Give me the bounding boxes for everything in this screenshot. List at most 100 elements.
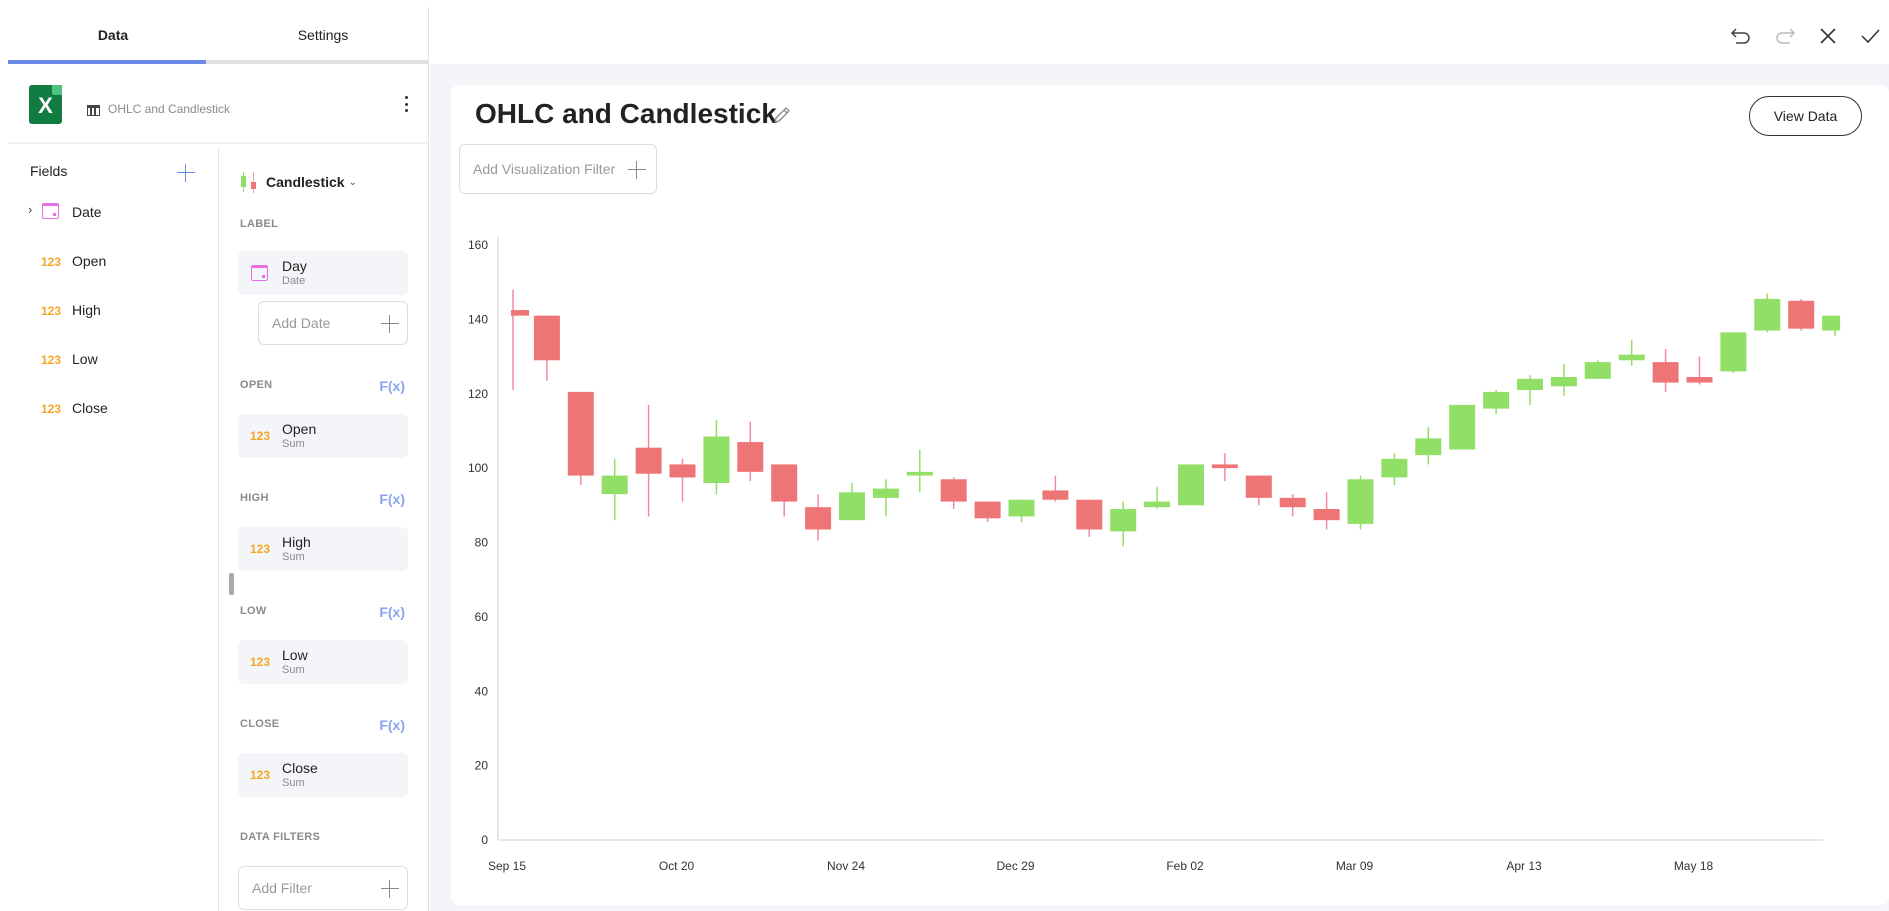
candle-body xyxy=(703,436,730,483)
number-icon: 123 xyxy=(41,255,62,269)
candlestick-chart: 0 20 40 60 80 100 120 140 160 Sep 15 Oct 20 Nov 24… xyxy=(468,237,1841,873)
candle xyxy=(872,479,899,517)
y-tick-label: 20 xyxy=(475,759,489,773)
visualization-type-label: Candlestick xyxy=(266,174,345,190)
low-field-pill[interactable]: 123 Low Sum xyxy=(238,640,408,684)
candle xyxy=(1754,293,1781,333)
close-icon[interactable] xyxy=(1816,24,1840,48)
redo-icon[interactable] xyxy=(1773,24,1797,48)
tab-settings[interactable]: Settings xyxy=(218,7,428,60)
label-field-pill[interactable]: Day Date xyxy=(238,251,408,295)
candle xyxy=(669,458,696,502)
candle-body xyxy=(1279,497,1306,508)
candle xyxy=(940,477,967,510)
candle xyxy=(1788,298,1815,331)
visualization-config: Candlestick ⌄ LABEL Day Date Add Date OP… xyxy=(220,148,429,911)
candle-body xyxy=(940,479,967,502)
data-filters-section-title: DATA FILTERS xyxy=(240,831,321,843)
plus-icon xyxy=(381,880,399,898)
candle-body xyxy=(1754,298,1781,331)
field-item-open[interactable]: 123 Open xyxy=(8,239,218,288)
field-label: Date xyxy=(72,204,102,220)
pill-subtitle: Sum xyxy=(282,551,305,563)
number-icon: 123 xyxy=(41,304,62,318)
plus-icon xyxy=(628,161,646,179)
edit-title-pencil-icon[interactable] xyxy=(772,105,792,125)
data-panel: Data Settings X OHLC and Candlestick Fie… xyxy=(8,7,429,911)
close-field-pill[interactable]: 123 Close Sum xyxy=(238,753,408,797)
candle xyxy=(1449,404,1476,450)
pill-subtitle: Sum xyxy=(282,438,305,450)
x-tick-label: May 18 xyxy=(1674,859,1714,873)
pill-subtitle: Sum xyxy=(282,664,305,676)
y-tick-label: 0 xyxy=(481,833,488,847)
candle xyxy=(1415,427,1442,465)
number-icon: 123 xyxy=(41,402,62,416)
candle-body xyxy=(974,501,1001,519)
more-options-icon[interactable] xyxy=(398,94,414,114)
field-item-high[interactable]: 123 High xyxy=(8,288,218,337)
candle-body xyxy=(635,447,662,474)
y-axis: 0 20 40 60 80 100 120 140 160 xyxy=(468,237,499,847)
candlestick-icon xyxy=(238,171,260,193)
close-formula-button[interactable]: F(x) xyxy=(379,717,405,733)
candle xyxy=(805,494,832,541)
add-field-plus-icon[interactable] xyxy=(177,164,195,182)
candle xyxy=(1245,475,1272,506)
high-formula-button[interactable]: F(x) xyxy=(379,491,405,507)
candle-body xyxy=(1788,300,1815,329)
view-data-button[interactable]: View Data xyxy=(1749,96,1862,136)
candle-body xyxy=(1042,490,1069,500)
candle xyxy=(1313,492,1340,530)
pill-title: Close xyxy=(282,760,318,776)
candle xyxy=(771,464,798,517)
open-formula-button[interactable]: F(x) xyxy=(379,378,405,394)
field-item-low[interactable]: 123 Low xyxy=(8,337,218,386)
check-icon[interactable] xyxy=(1858,24,1882,48)
x-tick-label: Feb 02 xyxy=(1166,859,1204,873)
field-item-close[interactable]: 123 Close xyxy=(8,386,218,435)
candle-body xyxy=(1245,475,1272,498)
calendar-icon xyxy=(251,265,268,281)
x-tick-label: Sep 15 xyxy=(488,859,526,873)
number-icon: 123 xyxy=(250,655,271,669)
fields-title: Fields xyxy=(30,163,68,179)
add-filter-placeholder: Add Filter xyxy=(252,880,312,896)
candle xyxy=(1720,332,1747,374)
add-date-button[interactable]: Add Date xyxy=(258,301,408,345)
candle-body xyxy=(533,315,560,361)
app-root: Data Settings X OHLC and Candlestick Fie… xyxy=(0,0,1889,911)
plus-icon xyxy=(381,315,399,333)
visualization-type-dropdown[interactable]: Candlestick ⌄ xyxy=(238,170,357,194)
tab-data[interactable]: Data xyxy=(8,7,218,60)
pill-subtitle: Sum xyxy=(282,777,305,789)
candle xyxy=(1347,475,1374,530)
open-section-title: OPEN xyxy=(240,379,273,391)
open-field-pill[interactable]: 123 Open Sum xyxy=(238,414,408,458)
candle-body xyxy=(1822,315,1841,331)
candle-body xyxy=(567,391,594,476)
candle xyxy=(1008,499,1035,523)
undo-icon[interactable] xyxy=(1729,24,1753,48)
candle xyxy=(1686,356,1713,385)
candle xyxy=(1584,360,1611,379)
number-icon: 123 xyxy=(41,353,62,367)
pill-title: Open xyxy=(282,421,317,437)
high-field-pill[interactable]: 123 High Sum xyxy=(238,527,408,571)
pill-title: Day xyxy=(282,258,307,274)
excel-icon: X xyxy=(29,85,62,124)
low-formula-button[interactable]: F(x) xyxy=(379,604,405,620)
chevron-down-icon: ⌄ xyxy=(348,176,357,188)
number-icon: 123 xyxy=(250,542,271,556)
candle-body xyxy=(906,471,933,476)
candles xyxy=(511,289,1841,547)
field-item-date[interactable]: › Date xyxy=(8,190,218,239)
number-icon: 123 xyxy=(250,429,271,443)
chevron-right-icon[interactable]: › xyxy=(28,202,32,217)
add-filter-button[interactable]: Add Filter xyxy=(238,866,408,910)
candle xyxy=(1381,453,1408,485)
candle-body xyxy=(511,310,529,316)
candle-body xyxy=(805,507,832,530)
data-source-name: OHLC and Candlestick xyxy=(108,102,231,116)
calendar-icon xyxy=(42,203,59,219)
